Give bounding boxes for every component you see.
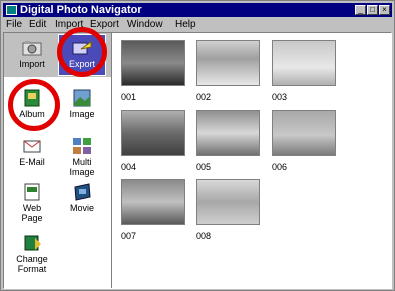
- import-icon: [22, 41, 42, 56]
- sidebar-item-movie[interactable]: Movie: [58, 183, 106, 213]
- mode-bar: Import Export: [4, 33, 111, 77]
- thumbnail-image: [121, 110, 185, 156]
- menu-help[interactable]: Help: [175, 18, 196, 31]
- sidebar-item-change-format[interactable]: Change Format: [8, 234, 56, 274]
- album-icon: [24, 89, 40, 107]
- email-label: E-Mail: [19, 157, 45, 167]
- menu-bar: File Edit Import Export Window Help: [3, 18, 392, 31]
- thumbnail-007[interactable]: 007: [121, 179, 185, 242]
- import-mode-button[interactable]: Import: [8, 39, 56, 69]
- thumbnail-caption: 003: [272, 92, 288, 102]
- movie-icon: [74, 183, 91, 201]
- export-mode-button[interactable]: Export: [58, 39, 106, 69]
- thumbnail-image: [121, 179, 185, 225]
- thumbnail-005[interactable]: 005: [196, 110, 260, 173]
- thumbnail-caption: 004: [121, 162, 137, 172]
- thumbnail-gallery: 001 002 003 004 005 006 007 008: [112, 33, 391, 288]
- album-label: Album: [19, 109, 45, 119]
- menu-edit[interactable]: Edit: [29, 18, 46, 31]
- thumbnail-004[interactable]: 004: [121, 110, 185, 173]
- image-icon: [73, 89, 91, 107]
- window-title: Digital Photo Navigator: [20, 4, 142, 16]
- web-page-label: Web Page: [21, 203, 43, 223]
- change-format-label: Change Format: [16, 254, 48, 274]
- email-icon: [23, 140, 41, 153]
- sidebar-item-multi-image[interactable]: Multi Image: [58, 137, 106, 177]
- thumbnail-image: [196, 110, 260, 156]
- thumbnail-006[interactable]: 006: [272, 110, 336, 173]
- thumbnail-image: [272, 110, 336, 156]
- multi-image-icon: [73, 138, 91, 154]
- export-icon: [72, 41, 92, 55]
- title-bar[interactable]: Digital Photo Navigator _ □ ×: [3, 3, 392, 17]
- maximize-button[interactable]: □: [367, 5, 378, 15]
- thumbnail-image: [196, 179, 260, 225]
- import-mode-label: Import: [19, 59, 45, 69]
- thumbnail-001[interactable]: 001: [121, 40, 185, 103]
- menu-import[interactable]: Import: [55, 18, 83, 31]
- sidebar: Import Export Album Image E-Mail Multi I…: [4, 27, 112, 288]
- thumbnail-caption: 001: [121, 92, 137, 102]
- thumbnail-002[interactable]: 002: [196, 40, 260, 103]
- thumbnail-003[interactable]: 003: [272, 40, 336, 103]
- app-window: Digital Photo Navigator _ □ × File Edit …: [0, 0, 395, 291]
- multi-image-label: Multi Image: [69, 157, 95, 177]
- menu-export[interactable]: Export: [90, 18, 119, 31]
- menu-window[interactable]: Window: [127, 18, 163, 31]
- sidebar-item-image[interactable]: Image: [58, 89, 106, 119]
- thumbnail-caption: 005: [196, 162, 212, 172]
- thumbnail-caption: 006: [272, 162, 288, 172]
- sidebar-item-web-page[interactable]: Web Page: [8, 183, 56, 223]
- thumbnail-image: [272, 40, 336, 86]
- movie-label: Movie: [69, 203, 94, 213]
- thumbnail-caption: 002: [196, 92, 212, 102]
- app-icon: [6, 5, 17, 15]
- image-label: Image: [69, 109, 95, 119]
- change-format-icon: [24, 235, 41, 251]
- thumbnail-image: [196, 40, 260, 86]
- thumbnail-caption: 008: [196, 231, 212, 241]
- export-mode-label: Export: [68, 59, 95, 69]
- menu-file[interactable]: File: [6, 18, 22, 31]
- workspace: Import Export Album Image E-Mail Multi I…: [3, 27, 392, 289]
- sidebar-item-album[interactable]: Album: [8, 89, 56, 119]
- thumbnail-008[interactable]: 008: [196, 179, 260, 242]
- minimize-button[interactable]: _: [355, 5, 366, 15]
- close-button[interactable]: ×: [379, 5, 390, 15]
- thumbnail-image: [121, 40, 185, 86]
- sidebar-item-email[interactable]: E-Mail: [8, 137, 56, 167]
- thumbnail-caption: 007: [121, 231, 137, 241]
- web-page-icon: [24, 183, 40, 201]
